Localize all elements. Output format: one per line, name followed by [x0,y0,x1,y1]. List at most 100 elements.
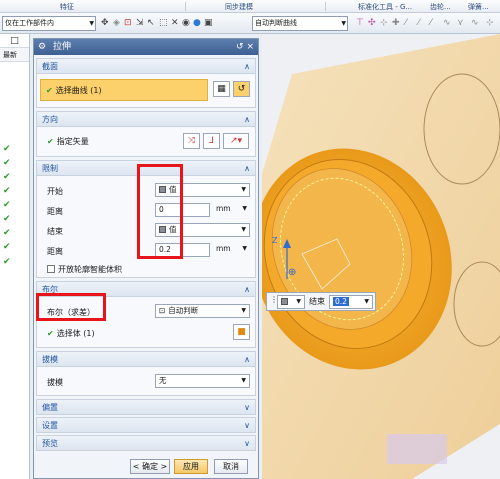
chevron-down-icon: ▼ [241,307,246,314]
tangent-icon[interactable]: ⋎ [457,18,464,28]
selection-scope-combo[interactable]: 仅在工作部件内 ▼ [2,16,96,31]
distance2-label: 距离 [47,247,63,256]
pointer-icon[interactable]: ↖ [147,18,155,28]
sketch-icon[interactable]: ▦ [213,81,230,97]
selection-scope-value: 仅在工作部件内 [5,19,54,27]
selection-toolbar: 仅在工作部件内 ▼ ✥ ◈ ⊡ ⇲ ↖ ⬚ ✕ ◉ ● ▣ 自动判断曲线 ▼ ⊤ ✣… [0,13,500,34]
check-icon: ✔ [3,144,11,154]
body-icon[interactable]: ▣ [204,18,213,28]
specify-vector-label: 指定矢量 [56,137,89,146]
select-arrow-icon[interactable]: ⇲ [136,18,144,28]
snap-mid-icon[interactable]: ✣ [368,18,376,28]
apply-button[interactable]: 应用 [174,459,208,474]
preview-header-label: 预览 [42,439,58,448]
check-icon: ✔ [3,214,11,224]
z-axis-label: Z [272,236,278,245]
distance2-unit[interactable]: mm ▼ [213,243,250,257]
open-profile-label: 开放轮廓智能体积 [58,265,122,274]
snap-icon[interactable]: ✥ [101,18,109,28]
offset-header-label: 偏置 [42,403,58,412]
dialog-title: 拉伸 [52,42,71,52]
gear-icon[interactable]: ⚙ [38,42,46,52]
point-icon[interactable]: ⊹ [486,18,494,28]
ribbon-group-springs[interactable]: 弹簧... [468,2,489,12]
snap-end-icon[interactable]: ⊤ [356,18,364,28]
line-icon[interactable]: ⁄ [405,18,407,28]
select-box-icon[interactable]: ⊡ [124,18,132,28]
select-body-label: 选择体 (1) [56,329,95,338]
offset-header[interactable]: 偏置 ∨ [36,399,256,415]
curve-select-icon[interactable]: ↺ [233,81,250,97]
draft-value: 无 [159,376,167,385]
curve-rule-value: 自动判断曲线 [255,19,297,27]
deselect-icon[interactable]: ✕ [171,18,179,28]
draft-panel: 拔模 ∧ 拔模 无 ▼ [36,351,256,396]
limits-header-label: 限制 [42,164,58,173]
vector-dialog-icon[interactable]: ⅃ [203,133,220,149]
boolean-combo[interactable]: ⊡ 自动判断 ▼ [155,304,250,318]
arc-icon[interactable]: ⁄ [430,18,432,28]
check-icon: ✔ [3,158,11,168]
distance1-unit[interactable]: mm ▼ [213,203,250,217]
chevron-down-icon: ▼ [296,298,301,305]
settings-header[interactable]: 设置 ∨ [36,417,256,433]
draft-header[interactable]: 拔模 ∧ [37,352,255,367]
check-icon: ✔ [3,242,11,252]
preview-header[interactable]: 预览 ∨ [36,435,256,451]
ribbon-group-gears[interactable]: 齿轮... [430,2,451,12]
cancel-button[interactable]: 取消 [214,459,248,474]
check-icon: ✔ [3,172,11,182]
select-curve-row[interactable]: ✔ 选择曲线 (1) [40,79,208,101]
auto-infer-icon: ⊡ [159,306,166,315]
snap-intersect-icon[interactable]: ✚ [392,18,400,28]
model-graphic [262,34,500,479]
dialog-titlebar[interactable]: ⚙ 拉伸 ↺ × [34,39,258,55]
chevron-up-icon: ∧ [244,164,250,173]
ok-button[interactable]: < 确定 > [130,459,170,474]
check-icon: ✔ [47,137,54,146]
filter-icon[interactable]: ◈ [113,18,120,28]
chevron-up-icon: ∧ [244,285,250,294]
chevron-down-icon: ∨ [244,421,250,430]
end-value-input[interactable]: 0.2 ▼ [329,295,373,309]
section-panel: 截面 ∧ ✔ 选择曲线 (1) ▦ ↺ [36,58,256,108]
end-type-combo[interactable]: ▼ [277,295,305,309]
lasso-icon[interactable]: ⬚ [159,18,168,28]
distance2-unit-value: mm [216,244,231,253]
ribbon-group-standard-tools[interactable]: 标准化工具 - G... [358,2,412,12]
chevron-down-icon: ∨ [244,403,250,412]
chevron-up-icon: ∧ [244,355,250,364]
direction-header-label: 方向 [42,115,58,124]
reverse-direction-icon[interactable]: ⤨ [183,133,200,149]
graphics-viewport[interactable]: Z ⊕ [262,34,500,479]
view-icon[interactable]: ◉ [182,18,190,28]
draft-combo[interactable]: 无 ▼ [155,374,250,388]
curve-rule-combo[interactable]: 自动判断曲线 ▼ [252,16,348,31]
annotation-highlight-limits [137,164,183,259]
snap-control-icon[interactable]: ⊹ [380,18,388,28]
navigator-column-latest[interactable]: 最新 [0,48,29,62]
navigator-toggle-icon[interactable]: □ [0,34,29,48]
check-icon: ✔ [47,329,54,338]
end-label: 结束 [309,297,325,306]
section-header[interactable]: 截面 ∧ [37,59,255,74]
spline-icon[interactable]: ∿ [471,18,479,28]
open-profile-checkbox[interactable] [47,265,55,273]
curve-icon[interactable]: ∿ [443,18,451,28]
chevron-down-icon: ▼ [241,377,246,384]
ribbon-group-sync-modeling[interactable]: 同步建模 [225,2,253,12]
ribbon-group-features[interactable]: 特征 [60,2,74,12]
line2-icon[interactable]: ⁄ [418,18,420,28]
select-body-cube-icon[interactable]: ■ [233,324,250,340]
sphere-icon[interactable]: ● [193,18,201,28]
chevron-down-icon: ▼ [241,226,246,233]
chevron-down-icon: ▼ [341,20,346,27]
reset-close-buttons[interactable]: ↺ × [236,39,254,55]
check-icon: ✔ [3,200,11,210]
direction-header[interactable]: 方向 ∧ [37,112,255,127]
section-header-label: 截面 [42,62,58,71]
chevron-down-icon: ▼ [241,186,246,193]
vector-handle-icon[interactable]: ⊕ [288,267,296,278]
vector-type-icon[interactable]: ↗▾ [223,133,249,149]
draft-header-label: 拔模 [42,355,58,364]
